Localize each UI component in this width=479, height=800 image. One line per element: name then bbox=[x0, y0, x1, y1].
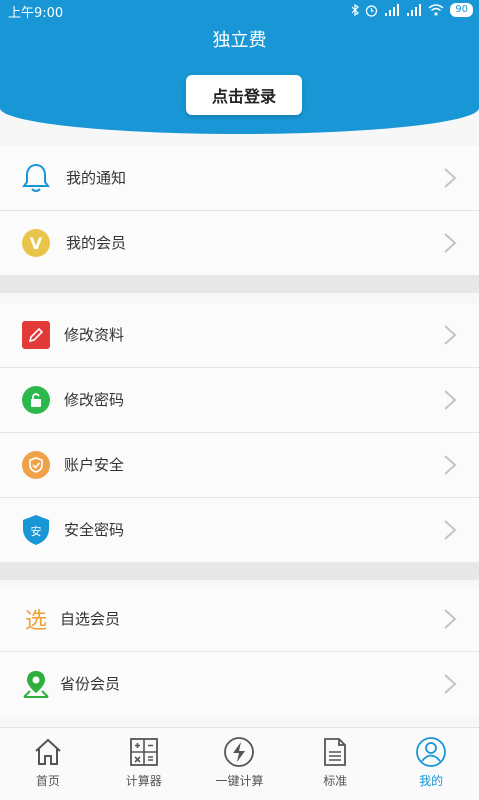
section-notifications: 我的通知 V 我的会员 bbox=[0, 146, 479, 275]
section-membership: 选 自选会员 省份会员 bbox=[0, 587, 479, 716]
alarm-icon bbox=[366, 4, 378, 17]
security-shield-icon-text: 安 bbox=[31, 524, 42, 538]
list-item-label: 修改密码 bbox=[64, 391, 125, 409]
home-icon bbox=[35, 738, 61, 765]
section-divider bbox=[0, 562, 479, 580]
tab-label: 标准 bbox=[323, 774, 348, 788]
list-item-label: 我的通知 bbox=[66, 169, 127, 187]
location-pin-icon bbox=[20, 668, 52, 700]
list-item-label: 省份会员 bbox=[60, 675, 121, 693]
calculator-icon bbox=[129, 738, 158, 766]
section-account: 修改资料 修改密码 账户安全 安 安全密码 bbox=[0, 303, 479, 562]
lock-icon bbox=[20, 384, 52, 416]
battery-indicator: 90 bbox=[450, 3, 473, 17]
list-item-label: 安全密码 bbox=[64, 521, 125, 539]
list-item-account-security[interactable]: 账户安全 bbox=[0, 433, 479, 498]
tab-label: 计算器 bbox=[125, 774, 162, 788]
list-item-label: 账户安全 bbox=[64, 456, 125, 474]
tab-label: 一键计算 bbox=[215, 774, 264, 788]
chevron-right-icon bbox=[444, 390, 457, 410]
security-shield-icon: 安 bbox=[20, 514, 52, 546]
shield-icon bbox=[20, 449, 52, 481]
select-icon: 选 bbox=[20, 603, 52, 635]
signal-icon-2 bbox=[407, 4, 422, 16]
document-icon bbox=[324, 738, 347, 766]
status-bar: 上午9:00 90 bbox=[0, 0, 479, 22]
status-time: 上午9:00 bbox=[8, 6, 64, 21]
chevron-right-icon bbox=[444, 674, 457, 694]
tab-mine[interactable]: 我的 bbox=[383, 728, 479, 800]
select-icon-text: 选 bbox=[24, 609, 47, 634]
list-item-edit-profile[interactable]: 修改资料 bbox=[0, 303, 479, 368]
chevron-right-icon bbox=[444, 455, 457, 475]
user-icon bbox=[416, 737, 446, 767]
login-button[interactable]: 点击登录 bbox=[186, 75, 302, 115]
tab-standards[interactable]: 标准 bbox=[287, 728, 383, 800]
tab-label: 首页 bbox=[35, 774, 60, 788]
section-divider bbox=[0, 275, 479, 293]
list-item-province-membership[interactable]: 省份会员 bbox=[0, 652, 479, 716]
signal-icon bbox=[385, 4, 400, 16]
vip-icon: V bbox=[20, 227, 52, 259]
lightning-icon bbox=[224, 737, 255, 767]
wifi-icon bbox=[428, 4, 444, 16]
list-item-change-password[interactable]: 修改密码 bbox=[0, 368, 479, 433]
status-icons: 90 bbox=[351, 3, 473, 17]
tab-calculator[interactable]: 计算器 bbox=[96, 728, 192, 800]
bluetooth-icon bbox=[351, 4, 360, 16]
chevron-right-icon bbox=[444, 609, 457, 629]
chevron-right-icon bbox=[444, 168, 457, 188]
list-item-security-password[interactable]: 安 安全密码 bbox=[0, 498, 479, 562]
bell-icon bbox=[20, 162, 52, 194]
tab-quick-calc[interactable]: 一键计算 bbox=[192, 728, 288, 800]
tab-home[interactable]: 首页 bbox=[0, 728, 96, 800]
edit-icon bbox=[20, 319, 52, 351]
list-item-label: 自选会员 bbox=[60, 610, 121, 628]
list-item-label: 我的会员 bbox=[66, 234, 127, 252]
chevron-right-icon bbox=[444, 520, 457, 540]
list-item-notifications[interactable]: 我的通知 bbox=[0, 146, 479, 211]
vip-icon-text: V bbox=[30, 234, 43, 253]
chevron-right-icon bbox=[444, 233, 457, 253]
chevron-right-icon bbox=[444, 325, 457, 345]
screen: 上午9:00 90 独立费 点击登录 我的通知 V 我的会员 修改资料 修改密码… bbox=[0, 0, 479, 800]
list-item-optional-membership[interactable]: 选 自选会员 bbox=[0, 587, 479, 652]
list-item-membership[interactable]: V 我的会员 bbox=[0, 211, 479, 275]
header: 上午9:00 90 独立费 点击登录 bbox=[0, 0, 479, 134]
page-title: 独立费 bbox=[212, 30, 267, 51]
tab-label: 我的 bbox=[419, 774, 444, 788]
list-item-label: 修改资料 bbox=[64, 326, 125, 344]
bottom-tab-bar: 首页 计算器 一键计算 标准 我的 bbox=[0, 727, 479, 800]
